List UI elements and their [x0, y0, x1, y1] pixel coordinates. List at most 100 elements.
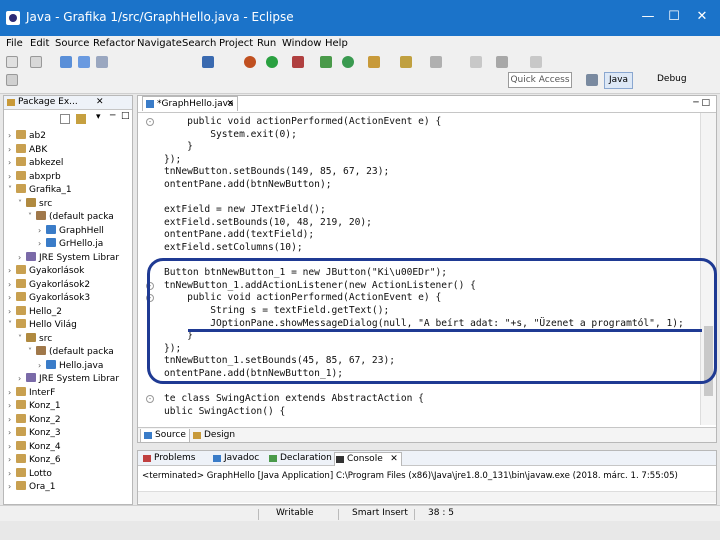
collapsed-chevron-icon[interactable]: ›: [8, 278, 16, 291]
console-scrollbar[interactable]: [138, 491, 716, 503]
collapsed-chevron-icon[interactable]: ›: [8, 386, 16, 399]
collapsed-chevron-icon[interactable]: ›: [18, 372, 26, 385]
collapsed-chevron-icon[interactable]: ›: [8, 399, 16, 412]
tree-item[interactable]: › InterF: [8, 386, 55, 399]
tree-item[interactable]: ˅ (default packa: [28, 345, 114, 358]
collapse-all-icon[interactable]: [60, 114, 70, 124]
tree-item[interactable]: › JRE System Librar: [18, 372, 119, 385]
tab-javadoc[interactable]: Javadoc: [212, 452, 259, 465]
forward-icon[interactable]: [530, 56, 542, 68]
tree-item[interactable]: › Konz_4: [8, 440, 61, 453]
tree-item[interactable]: › abxprb: [8, 170, 61, 183]
maximize-view-icon[interactable]: □: [121, 111, 130, 121]
tree-item[interactable]: › Gyakorlások2: [8, 278, 90, 291]
collapsed-chevron-icon[interactable]: ›: [38, 224, 46, 237]
editor-controls[interactable]: ─ □: [693, 98, 710, 108]
maximize-icon[interactable]: ☐: [664, 8, 684, 26]
code-line[interactable]: System.exit(0);: [164, 129, 297, 140]
open-icon[interactable]: [30, 56, 42, 68]
tree-item[interactable]: › JRE System Librar: [18, 251, 119, 264]
tree-item[interactable]: ˅ Grafika_1: [8, 183, 72, 196]
menu-navigate[interactable]: Navigate: [137, 38, 182, 49]
tree-item[interactable]: › GrHello.ja: [38, 237, 103, 250]
save-all-icon[interactable]: [78, 56, 90, 68]
tree-item[interactable]: › Hello_2: [8, 305, 62, 318]
search-icon[interactable]: [400, 56, 412, 68]
expanded-chevron-icon[interactable]: ˅: [18, 197, 26, 210]
menu-window[interactable]: Window: [282, 38, 321, 49]
code-line[interactable]: te class SwingAction extends AbstractAct…: [164, 393, 424, 404]
link-editor-icon[interactable]: [76, 114, 86, 124]
tree-item[interactable]: › ab2: [8, 129, 46, 142]
collapsed-chevron-icon[interactable]: ›: [8, 170, 16, 183]
pin-icon[interactable]: [470, 56, 482, 68]
tab-package-explorer[interactable]: Package Ex... ✕: [4, 96, 132, 110]
new-dropdown-icon[interactable]: [6, 74, 18, 86]
code-line[interactable]: extField.setBounds(10, 48, 219, 20);: [164, 217, 372, 228]
minimize-view-icon[interactable]: ─: [110, 111, 115, 121]
tree-item[interactable]: › Hello.java: [38, 359, 103, 372]
perspective-java-button[interactable]: Java: [604, 72, 634, 89]
expanded-chevron-icon[interactable]: ˅: [28, 210, 36, 223]
quick-access-field[interactable]: Quick Access: [508, 72, 572, 88]
tree-item[interactable]: › ABK: [8, 143, 47, 156]
back-icon[interactable]: [496, 56, 508, 68]
collapsed-chevron-icon[interactable]: ›: [38, 237, 46, 250]
annotation-icon[interactable]: [430, 56, 442, 68]
tree-item[interactable]: ˅ Hello Világ: [8, 318, 77, 331]
collapsed-chevron-icon[interactable]: ›: [8, 305, 16, 318]
debug-icon[interactable]: [244, 56, 256, 68]
code-line[interactable]: ublic SwingAction() {: [164, 406, 285, 417]
tree-item[interactable]: › Konz_6: [8, 453, 61, 466]
tree-item[interactable]: › Ora_1: [8, 480, 56, 493]
code-line[interactable]: }: [164, 141, 193, 152]
tab-console[interactable]: Console ✕: [334, 452, 402, 466]
minimize-icon[interactable]: —: [638, 8, 658, 26]
menu-help[interactable]: Help: [325, 38, 348, 49]
collapsed-chevron-icon[interactable]: ›: [8, 440, 16, 453]
tree-item[interactable]: › Konz_2: [8, 413, 61, 426]
tab-design[interactable]: Design: [190, 429, 238, 442]
new-package-icon[interactable]: [368, 56, 380, 68]
collapsed-chevron-icon[interactable]: ›: [8, 143, 16, 156]
menu-file[interactable]: File: [6, 38, 23, 49]
new-icon[interactable]: [6, 56, 18, 68]
collapsed-chevron-icon[interactable]: ›: [8, 413, 16, 426]
menu-source[interactable]: Source: [55, 38, 89, 49]
collapsed-chevron-icon[interactable]: ›: [8, 426, 16, 439]
collapsed-chevron-icon[interactable]: ›: [8, 291, 16, 304]
code-line[interactable]: extField = new JTextField();: [164, 204, 326, 215]
run-icon[interactable]: [266, 56, 278, 68]
collapsed-chevron-icon[interactable]: ›: [38, 359, 46, 372]
code-line[interactable]: public void actionPerformed(ActionEvent …: [164, 116, 441, 127]
tree-item[interactable]: ˅ (default packa: [28, 210, 114, 223]
close-tab-icon[interactable]: ✕: [96, 96, 104, 109]
tree-item[interactable]: › Konz_3: [8, 426, 61, 439]
tree-item[interactable]: ˅ src: [18, 197, 52, 210]
save-icon[interactable]: [60, 56, 72, 68]
menu-refactor[interactable]: Refactor: [93, 38, 135, 49]
tab-problems[interactable]: Problems: [142, 452, 195, 465]
new-java-project-icon[interactable]: [320, 56, 332, 68]
open-perspective-icon[interactable]: [586, 74, 598, 86]
collapsed-chevron-icon[interactable]: ›: [8, 129, 16, 142]
code-line[interactable]: tnNewButton.setBounds(149, 85, 67, 23);: [164, 166, 389, 177]
expanded-chevron-icon[interactable]: ˅: [18, 332, 26, 345]
code-line[interactable]: ontentPane.add(textField);: [164, 229, 314, 240]
code-line[interactable]: ontentPane.add(btnNewButton);: [164, 179, 332, 190]
close-tab-icon[interactable]: ✕: [226, 97, 234, 111]
tree-item[interactable]: ˅ src: [18, 332, 52, 345]
tree-item[interactable]: › Gyakorlások3: [8, 291, 90, 304]
tree-item[interactable]: › GraphHell: [38, 224, 104, 237]
close-icon[interactable]: ✕: [692, 8, 712, 26]
menu-run[interactable]: Run: [257, 38, 276, 49]
code-line[interactable]: });: [164, 154, 181, 165]
tab-declaration[interactable]: Declaration: [268, 452, 332, 465]
tree-item[interactable]: › Lotto: [8, 467, 52, 480]
tree-item[interactable]: › abkezel: [8, 156, 63, 169]
collapsed-chevron-icon[interactable]: ›: [8, 156, 16, 169]
collapsed-chevron-icon[interactable]: ›: [8, 264, 16, 277]
toggle-mark-icon[interactable]: [202, 56, 214, 68]
fold-toggle-icon[interactable]: -: [146, 118, 154, 126]
external-tools-icon[interactable]: [292, 56, 304, 68]
